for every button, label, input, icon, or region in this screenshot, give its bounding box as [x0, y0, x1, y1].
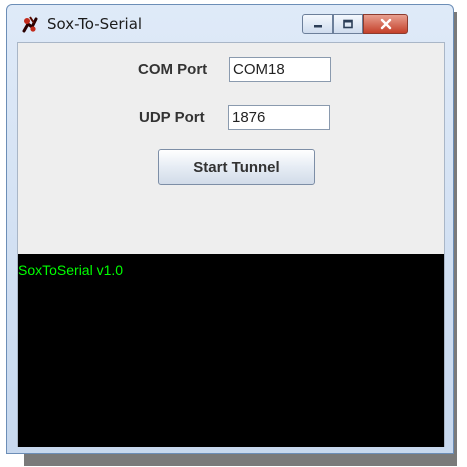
- window-title: Sox-To-Serial: [47, 15, 143, 33]
- maximize-button[interactable]: [333, 14, 363, 34]
- title-bar[interactable]: Sox-To-Serial: [7, 5, 453, 42]
- udp-port-label: UDP Port: [139, 109, 205, 126]
- app-icon: [22, 16, 38, 33]
- start-tunnel-button[interactable]: Start Tunnel: [158, 149, 315, 185]
- udp-port-input[interactable]: 1876: [228, 105, 330, 130]
- maximize-icon: [343, 19, 353, 29]
- console-output[interactable]: SoxToSerial v1.0: [18, 254, 444, 447]
- minimize-icon: [313, 25, 322, 28]
- client-area: COM Port COM18 UDP Port 1876 Start Tunne…: [17, 42, 445, 447]
- com-port-input[interactable]: COM18: [229, 57, 331, 82]
- minimize-button[interactable]: [302, 14, 333, 34]
- close-button[interactable]: [363, 14, 408, 34]
- com-port-label: COM Port: [138, 61, 208, 78]
- console-line: SoxToSerial v1.0: [18, 262, 124, 278]
- app-window: Sox-To-Serial COM Port COM18 UDP Port 18…: [6, 4, 454, 454]
- close-icon: [380, 18, 391, 30]
